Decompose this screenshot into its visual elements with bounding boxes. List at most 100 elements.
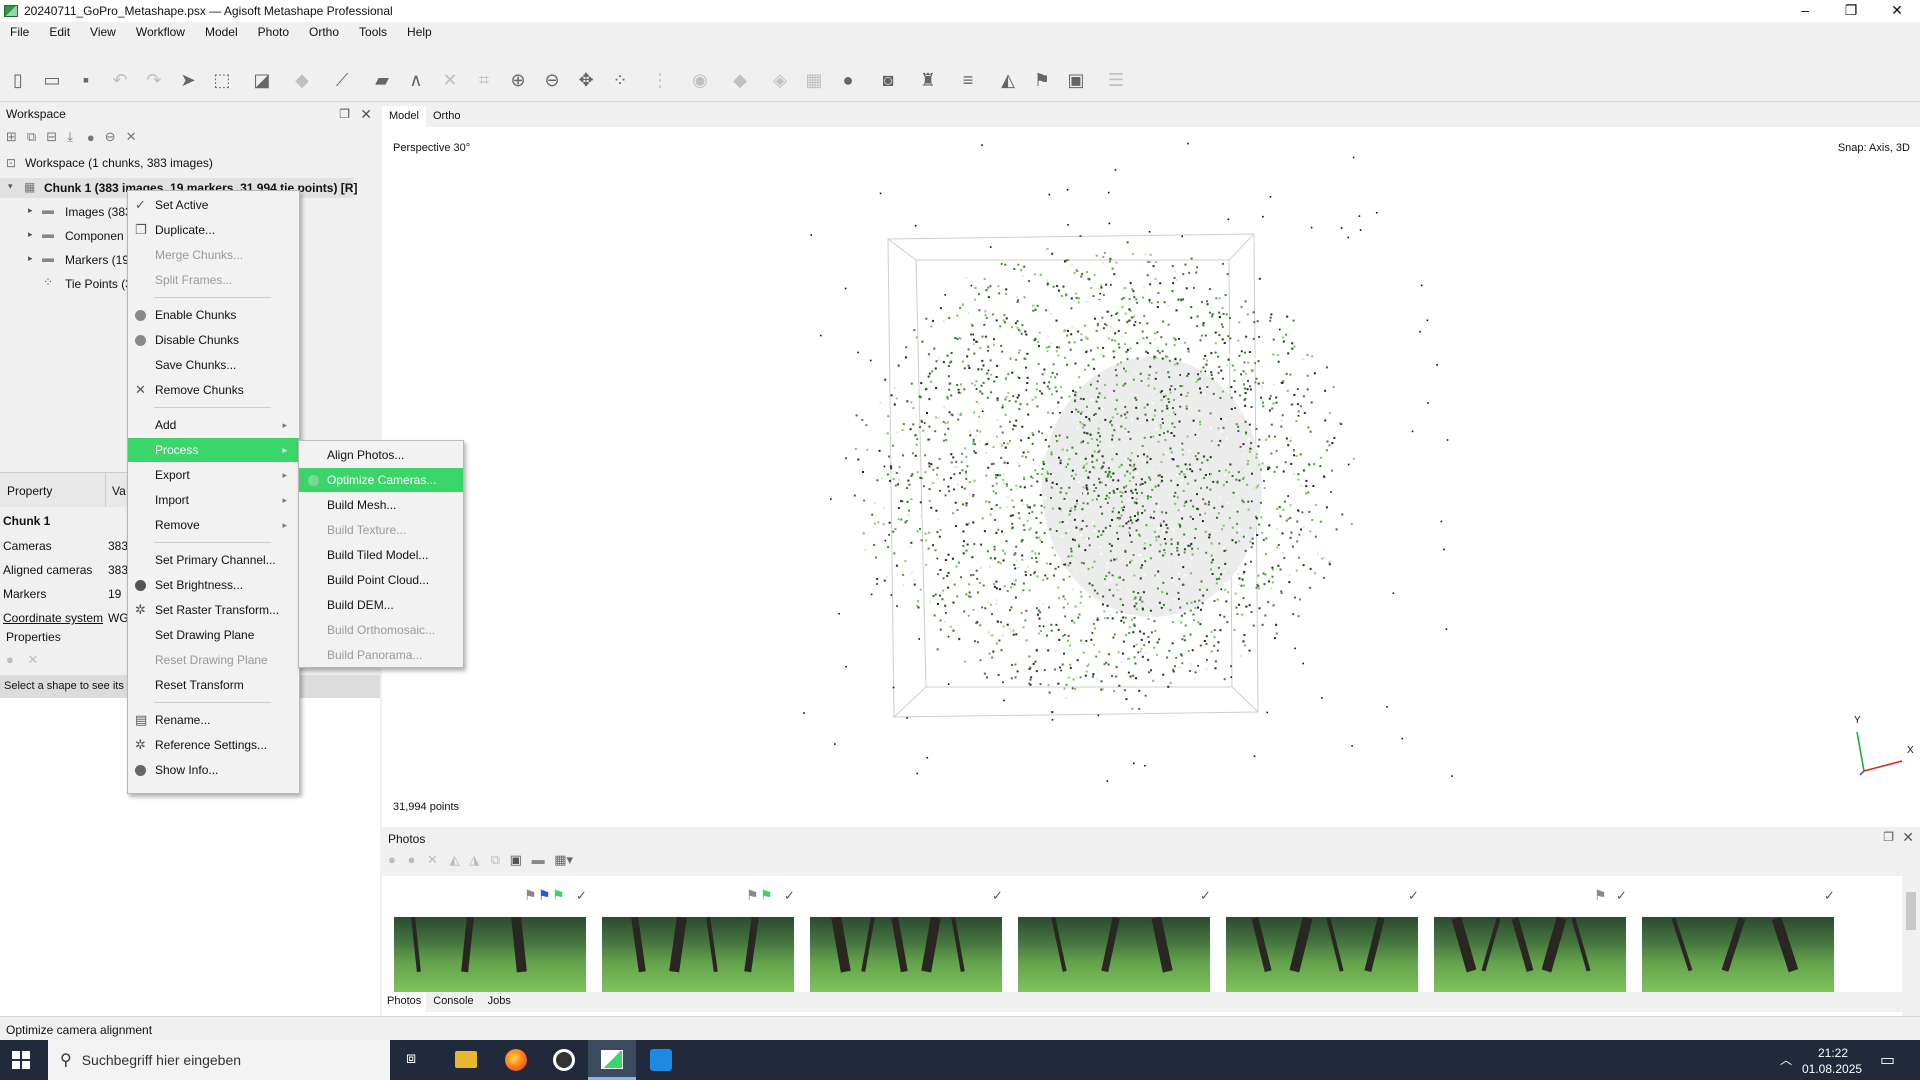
value-column[interactable]: Va: [112, 484, 126, 498]
ruler-icon[interactable]: ▰: [370, 69, 394, 93]
menu-item-reset-drawing-plane[interactable]: Reset Drawing Plane: [128, 648, 299, 672]
clock-date[interactable]: 01.08.2025: [1802, 1062, 1862, 1076]
remove-icon[interactable]: ✕: [126, 129, 137, 145]
thumbnail-size-icon[interactable]: ▦▾: [554, 852, 573, 867]
submenu-item-optimize-cameras[interactable]: Optimize Cameras...: [299, 468, 463, 492]
remove-icon[interactable]: ✕: [427, 852, 438, 867]
chevron-right-icon[interactable]: ▸: [28, 229, 33, 240]
tab-model[interactable]: Model: [382, 106, 426, 127]
menu-item-set-primary-channel[interactable]: Set Primary Channel...: [128, 548, 299, 572]
close-panel-icon[interactable]: ✕: [360, 106, 372, 123]
chevron-right-icon[interactable]: ▸: [28, 205, 33, 216]
maximize-button[interactable]: ❐: [1828, 0, 1874, 22]
menu-item-process[interactable]: Process ▸: [128, 438, 299, 462]
property-column[interactable]: Property: [7, 484, 52, 498]
photos-app-icon[interactable]: [650, 1049, 672, 1071]
model-viewport[interactable]: Perspective 30° Snap: Axis, 3D 31,994 po…: [382, 127, 1920, 827]
menu-item-save-chunks[interactable]: Save Chunks...: [128, 353, 299, 377]
menu-item-enable-chunks[interactable]: Enable Chunks: [128, 303, 299, 327]
menu-tools[interactable]: Tools: [359, 25, 387, 39]
enable-icon[interactable]: ●: [87, 130, 95, 145]
chevron-right-icon[interactable]: ▸: [28, 253, 33, 264]
tab-console[interactable]: Console: [426, 992, 480, 1012]
chevron-down-icon[interactable]: ▾: [8, 181, 13, 192]
taskbar-search[interactable]: ⚲ Suchbegriff hier eingeben: [48, 1040, 390, 1080]
tab-ortho[interactable]: Ortho: [426, 106, 468, 127]
undo-icon[interactable]: ↶: [108, 69, 132, 93]
rectangle-selection-icon[interactable]: ⬚: [210, 69, 234, 93]
tiled-model-icon[interactable]: ◈: [768, 69, 792, 93]
image-view-icon[interactable]: ▣: [1064, 69, 1088, 93]
photo-thumbnail[interactable]: [602, 917, 794, 992]
import-icon[interactable]: ⤓: [67, 129, 73, 145]
menu-model[interactable]: Model: [205, 25, 238, 39]
windows-start-icon[interactable]: [12, 1051, 30, 1069]
menu-help[interactable]: Help: [407, 25, 432, 39]
new-file-icon[interactable]: ▯: [6, 69, 30, 93]
property-name[interactable]: Coordinate system: [3, 611, 103, 625]
rotate-right-icon[interactable]: ◮: [469, 852, 479, 867]
photo-thumbnail[interactable]: [810, 917, 1002, 992]
menu-item-duplicate[interactable]: ❐ Duplicate...: [128, 218, 299, 242]
polyline-tool-icon[interactable]: ⟋: [330, 69, 354, 93]
submenu-item-build-texture[interactable]: Build Texture...: [299, 518, 463, 542]
shape-tool-icon[interactable]: ◪: [250, 69, 274, 93]
photo-thumbnail[interactable]: [1018, 917, 1210, 992]
submenu-item-build-orthomosaic[interactable]: Build Orthomosaic...: [299, 618, 463, 642]
enable-icon[interactable]: ●: [388, 852, 396, 867]
menu-item-remove[interactable]: Remove ▸: [128, 513, 299, 537]
tree-item-images[interactable]: Images (383: [65, 205, 132, 219]
redo-icon[interactable]: ↷: [142, 69, 166, 93]
submenu-item-build-dem[interactable]: Build DEM...: [299, 593, 463, 617]
region-icon[interactable]: ◭: [996, 69, 1020, 93]
add-chunk-icon[interactable]: ⊞: [6, 129, 17, 145]
angle-icon[interactable]: ∧: [404, 69, 428, 93]
metashape-taskbar-icon[interactable]: [601, 1050, 623, 1069]
menu-item-set-raster-transform[interactable]: ✲ Set Raster Transform...: [128, 598, 299, 622]
close-panel-icon[interactable]: ✕: [1902, 829, 1914, 846]
rotate-left-icon[interactable]: ◭: [450, 852, 460, 867]
submenu-item-build-panorama[interactable]: Build Panorama...: [299, 643, 463, 667]
zoom-in-icon[interactable]: ⊕: [506, 69, 530, 93]
firefox-icon[interactable]: [505, 1049, 527, 1071]
task-view-icon[interactable]: ⧈: [406, 1050, 416, 1068]
dem-icon[interactable]: ▦: [802, 69, 826, 93]
reset-view-icon[interactable]: ✥: [574, 69, 598, 93]
globe-icon[interactable]: ●: [836, 69, 860, 93]
menu-item-show-info[interactable]: Show Info...: [128, 758, 299, 782]
disable-icon[interactable]: ●: [407, 852, 415, 867]
app-icon[interactable]: [553, 1049, 575, 1071]
menu-item-merge-chunks[interactable]: Merge Chunks...: [128, 243, 299, 267]
submenu-item-build-tiled-model[interactable]: Build Tiled Model...: [299, 543, 463, 567]
menu-item-disable-chunks[interactable]: Disable Chunks: [128, 328, 299, 352]
menu-item-remove-chunks[interactable]: ✕ Remove Chunks: [128, 378, 299, 402]
menu-item-reset-transform[interactable]: Reset Transform: [128, 673, 299, 697]
clock-time[interactable]: 21:22: [1818, 1046, 1848, 1060]
photo-thumbnail[interactable]: [394, 917, 586, 992]
photo-thumbnail[interactable]: [1434, 917, 1626, 992]
submenu-item-build-point-cloud[interactable]: Build Point Cloud...: [299, 568, 463, 592]
save-icon[interactable]: ▪: [74, 69, 98, 93]
menu-item-set-brightness[interactable]: Set Brightness...: [128, 573, 299, 597]
remove-icon[interactable]: ✕: [27, 652, 38, 667]
tree-item-tie-points[interactable]: Tie Points (3: [65, 277, 132, 291]
scrollbar-thumb[interactable]: [1906, 892, 1916, 930]
menu-item-split-frames[interactable]: Split Frames...: [128, 268, 299, 292]
undock-icon[interactable]: ❐: [1883, 830, 1894, 844]
menu-item-rename[interactable]: ▤ Rename...: [128, 708, 299, 732]
delete-selection-icon[interactable]: ✕: [438, 69, 462, 93]
polygon-tool-icon[interactable]: ◆: [290, 69, 314, 93]
stack-icon[interactable]: ☰: [1104, 69, 1128, 93]
chevron-up-icon[interactable]: ︿: [1780, 1051, 1792, 1068]
layers-icon[interactable]: ≡: [956, 69, 980, 93]
tree-item-markers[interactable]: Markers (19: [65, 253, 129, 267]
tree-item-components[interactable]: Componen: [65, 229, 124, 243]
show-cameras-icon[interactable]: ♜: [916, 69, 940, 93]
minimize-button[interactable]: –: [1782, 0, 1828, 22]
camera-view-icon[interactable]: ▣: [510, 852, 522, 867]
photo-thumbnail[interactable]: [1226, 917, 1418, 992]
add-photos-icon[interactable]: ⧉: [27, 129, 36, 145]
menu-file[interactable]: File: [10, 25, 29, 39]
menu-view[interactable]: View: [90, 25, 116, 39]
enable-icon[interactable]: ●: [6, 652, 14, 667]
